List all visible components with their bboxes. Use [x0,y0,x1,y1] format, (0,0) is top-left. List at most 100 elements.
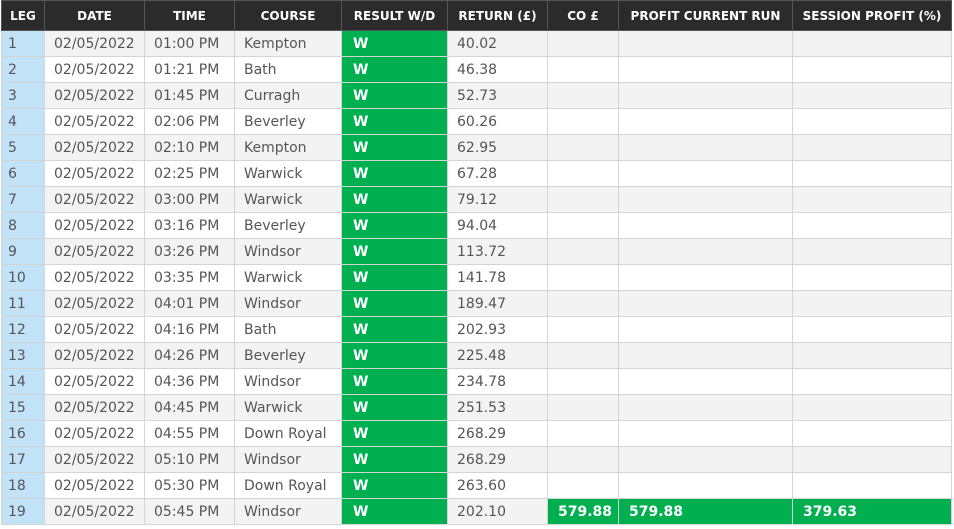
course-cell: Down Royal [234,420,342,447]
co-cell [547,342,619,369]
result-cell: W [341,472,448,499]
co-cell [547,238,619,265]
leg-cell: 5 [1,134,45,161]
co-cell [547,368,619,395]
table-row: 8 02/05/2022 03:16 PM Beverley W 94.04 [1,212,952,239]
return-cell: 40.02 [447,30,548,57]
leg-cell: 7 [1,186,45,213]
co-cell [547,30,619,57]
header-row: LEG DATE TIME COURSE RESULT W/D RETURN (… [1,0,952,31]
header-date: DATE [44,0,145,31]
time-cell: 02:25 PM [144,160,235,187]
table-row: 14 02/05/2022 04:36 PM Windsor W 234.78 [1,368,952,395]
date-cell: 02/05/2022 [44,160,145,187]
time-cell: 04:55 PM [144,420,235,447]
profit-current-run-cell [618,108,793,135]
result-cell: W [341,264,448,291]
return-cell: 225.48 [447,342,548,369]
profit-current-run-cell: 579.88 [618,498,793,525]
time-cell: 04:01 PM [144,290,235,317]
co-cell [547,472,619,499]
time-cell: 04:45 PM [144,394,235,421]
course-cell: Kempton [234,30,342,57]
date-cell: 02/05/2022 [44,290,145,317]
table-row: 7 02/05/2022 03:00 PM Warwick W 79.12 [1,186,952,213]
table-row: 11 02/05/2022 04:01 PM Windsor W 189.47 [1,290,952,317]
table-body: 1 02/05/2022 01:00 PM Kempton W 40.02 2 02/05/2… [1,30,952,525]
result-cell: W [341,394,448,421]
session-profit-cell [792,368,952,395]
time-cell: 01:00 PM [144,30,235,57]
result-cell: W [341,134,448,161]
result-cell: W [341,368,448,395]
table-row: 16 02/05/2022 04:55 PM Down Royal W 268.29 [1,420,952,447]
profit-current-run-cell [618,368,793,395]
date-cell: 02/05/2022 [44,368,145,395]
result-cell: W [341,498,448,525]
return-cell: 234.78 [447,368,548,395]
profit-current-run-cell [618,342,793,369]
time-cell: 03:26 PM [144,238,235,265]
header-result: RESULT W/D [341,0,448,31]
leg-cell: 14 [1,368,45,395]
leg-cell: 1 [1,30,45,57]
return-cell: 251.53 [447,394,548,421]
leg-cell: 15 [1,394,45,421]
header-session-profit: SESSION PROFIT (%) [792,0,952,31]
table-row: 13 02/05/2022 04:26 PM Beverley W 225.48 [1,342,952,369]
session-profit-cell [792,56,952,83]
result-cell: W [341,160,448,187]
co-cell [547,394,619,421]
header-course: COURSE [234,0,342,31]
time-cell: 01:21 PM [144,56,235,83]
result-cell: W [341,212,448,239]
result-cell: W [341,238,448,265]
course-cell: Warwick [234,394,342,421]
session-profit-cell [792,238,952,265]
course-cell: Bath [234,316,342,343]
session-profit-cell [792,342,952,369]
date-cell: 02/05/2022 [44,82,145,109]
date-cell: 02/05/2022 [44,134,145,161]
session-profit-cell [792,420,952,447]
results-table: LEG DATE TIME COURSE RESULT W/D RETURN (… [1,0,952,525]
table-row: 9 02/05/2022 03:26 PM Windsor W 113.72 [1,238,952,265]
date-cell: 02/05/2022 [44,394,145,421]
date-cell: 02/05/2022 [44,56,145,83]
session-profit-cell [792,264,952,291]
co-cell [547,186,619,213]
date-cell: 02/05/2022 [44,498,145,525]
course-cell: Windsor [234,290,342,317]
time-cell: 05:10 PM [144,446,235,473]
result-cell: W [341,316,448,343]
profit-current-run-cell [618,238,793,265]
course-cell: Down Royal [234,472,342,499]
course-cell: Beverley [234,212,342,239]
table-row: 3 02/05/2022 01:45 PM Curragh W 52.73 [1,82,952,109]
session-profit-cell [792,472,952,499]
session-profit-cell [792,30,952,57]
course-cell: Warwick [234,186,342,213]
leg-cell: 12 [1,316,45,343]
course-cell: Warwick [234,160,342,187]
date-cell: 02/05/2022 [44,264,145,291]
date-cell: 02/05/2022 [44,238,145,265]
session-profit-cell [792,290,952,317]
date-cell: 02/05/2022 [44,446,145,473]
result-cell: W [341,108,448,135]
time-cell: 03:00 PM [144,186,235,213]
profit-current-run-cell [618,394,793,421]
leg-cell: 16 [1,420,45,447]
result-cell: W [341,56,448,83]
co-cell [547,446,619,473]
date-cell: 02/05/2022 [44,472,145,499]
date-cell: 02/05/2022 [44,186,145,213]
co-cell [547,108,619,135]
co-cell [547,212,619,239]
session-profit-cell [792,394,952,421]
date-cell: 02/05/2022 [44,316,145,343]
co-cell [547,316,619,343]
date-cell: 02/05/2022 [44,342,145,369]
course-cell: Beverley [234,108,342,135]
leg-cell: 17 [1,446,45,473]
